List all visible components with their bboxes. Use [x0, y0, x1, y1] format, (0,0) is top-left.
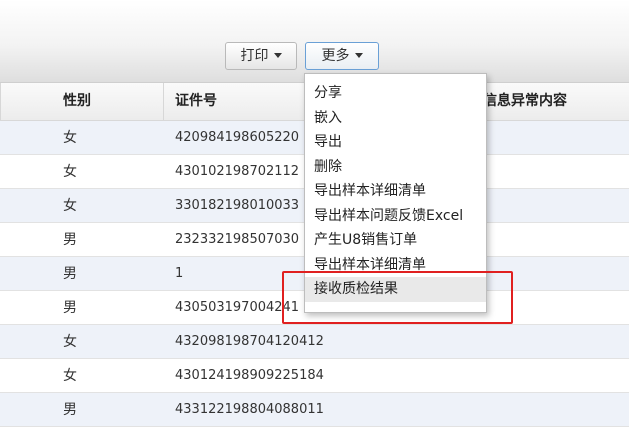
menu-item-embed[interactable]: 嵌入 — [305, 106, 486, 131]
id-number-cell: 430124198909225184 — [175, 368, 324, 383]
gender-cell: 女 — [63, 164, 77, 180]
id-number-cell: 1 — [175, 266, 184, 281]
id-number-cell: 430503197004241 — [175, 300, 300, 315]
table-row[interactable]: 男 433122198804088011 — [0, 393, 629, 427]
more-button[interactable]: 更多 — [305, 42, 379, 70]
table-row[interactable]: 女 430124198909225184 — [0, 359, 629, 393]
more-button-label: 更多 — [321, 48, 350, 64]
gender-cell: 女 — [63, 334, 77, 350]
print-button-label: 打印 — [240, 48, 269, 64]
gender-cell: 女 — [63, 198, 77, 214]
gender-cell: 男 — [63, 300, 77, 316]
gender-cell: 男 — [63, 402, 77, 418]
menu-item-export[interactable]: 导出 — [305, 130, 486, 155]
print-button[interactable]: 打印 — [225, 42, 297, 70]
toolbar: 打印 更多 — [0, 0, 629, 83]
menu-item-share[interactable]: 分享 — [305, 81, 486, 106]
gender-cell: 女 — [63, 130, 77, 146]
menu-item-export-sample-feedback-excel[interactable]: 导出样本问题反馈Excel — [305, 204, 486, 229]
menu-item-delete[interactable]: 删除 — [305, 155, 486, 180]
column-divider — [163, 83, 164, 120]
id-number-cell: 420984198605220 — [175, 130, 300, 145]
gender-cell: 女 — [63, 368, 77, 384]
id-number-cell: 433122198804088011 — [175, 402, 324, 417]
header-gender[interactable]: 性别 — [63, 83, 91, 120]
column-divider — [0, 83, 1, 120]
header-abnormal-content[interactable]: 信息异常内容 — [483, 83, 567, 120]
gender-cell: 男 — [63, 266, 77, 282]
caret-down-icon — [354, 52, 363, 58]
id-number-cell: 430102198702112 — [175, 164, 300, 179]
caret-down-icon — [273, 52, 282, 58]
highlight-box — [282, 271, 513, 324]
table-row[interactable]: 女 432098198704120412 — [0, 325, 629, 359]
id-number-cell: 232332198507030 — [175, 232, 300, 247]
id-number-cell: 432098198704120412 — [175, 334, 324, 349]
gender-cell: 男 — [63, 232, 77, 248]
header-id-number[interactable]: 证件号 — [175, 83, 217, 120]
menu-item-export-sample-detail[interactable]: 导出样本详细清单 — [305, 179, 486, 204]
menu-item-generate-u8-sales-order[interactable]: 产生U8销售订单 — [305, 228, 486, 253]
id-number-cell: 330182198010033 — [175, 198, 300, 213]
